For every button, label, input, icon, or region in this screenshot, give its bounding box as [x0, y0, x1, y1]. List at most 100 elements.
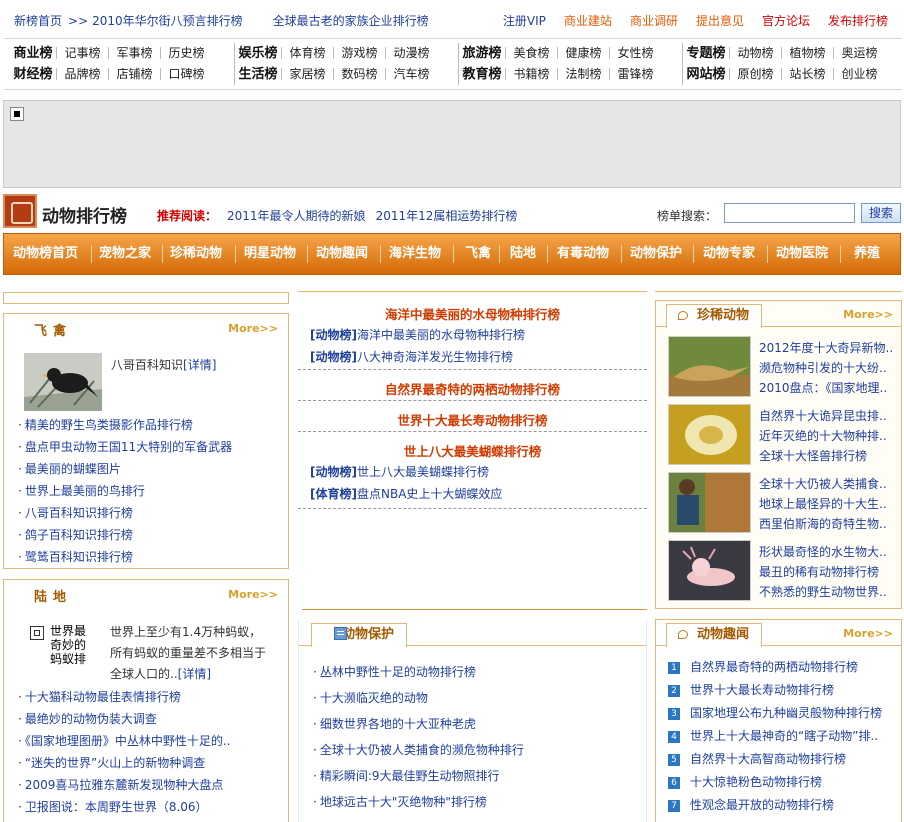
rare-link[interactable]: 濒危物种引发的十大纷..: [759, 359, 887, 376]
rare-link[interactable]: 不熟悉的野生动物世界..: [759, 583, 887, 600]
list-item[interactable]: 世界上最美丽的鸟排行: [18, 482, 145, 499]
entry-tag[interactable]: [体育榜]: [310, 487, 357, 501]
insect-photo-icon[interactable]: [668, 404, 751, 465]
category-head[interactable]: 网站榜: [683, 64, 729, 85]
list-item[interactable]: 卫报图说：本周野生世界（8.06）: [18, 798, 208, 815]
center-headline[interactable]: 自然界最奇特的两栖动物排行榜: [298, 379, 647, 398]
center-headline[interactable]: 世界十大最长寿动物排行榜: [298, 410, 647, 429]
ranked-link[interactable]: 国家地理公布九种幽灵般物种排行榜: [690, 706, 882, 720]
image-alt-text[interactable]: 世界最奇妙的蚂蚁排行: [50, 624, 96, 666]
detail-link[interactable]: [详情]: [178, 667, 211, 681]
category-item[interactable]: 家居榜: [281, 68, 333, 80]
category-item[interactable]: 女性榜: [609, 47, 661, 59]
category-head[interactable]: 财经榜: [10, 64, 56, 85]
category-item[interactable]: 动物榜: [729, 47, 781, 59]
more-link[interactable]: More>>: [843, 308, 893, 321]
list-item[interactable]: 盘点甲虫动物王国11大特别的军备武器: [18, 438, 232, 455]
category-item[interactable]: 数码榜: [333, 68, 385, 80]
ranked-item[interactable]: 3 国家地理公布九种幽灵般物种排行榜: [668, 704, 882, 721]
category-item[interactable]: 游戏榜: [333, 47, 385, 59]
list-item[interactable]: 鸽子百科知识排行榜: [18, 526, 133, 543]
list-item[interactable]: “迷失的世界”火山上的新物种调查: [18, 754, 205, 771]
rec-link[interactable]: 2011年最令人期待的新娘: [227, 209, 366, 223]
detail-link[interactable]: [详情]: [183, 358, 216, 372]
list-item[interactable]: 《国家地理图册》中丛林中野性十足的..: [18, 732, 231, 749]
home-link[interactable]: 新榜首页: [14, 14, 62, 28]
category-head[interactable]: 商业榜: [10, 43, 56, 64]
entry-tag[interactable]: [动物榜]: [310, 465, 357, 479]
feedback-link[interactable]: 提出意见: [696, 14, 744, 28]
rare-link[interactable]: 形状最奇怪的水生物大..: [759, 543, 887, 560]
rare-link[interactable]: 2012年度十大奇异新物..: [759, 339, 893, 356]
lizard-photo-icon[interactable]: [668, 336, 751, 397]
nav-item[interactable]: 有毒动物: [557, 234, 609, 274]
category-item[interactable]: 美食榜: [505, 47, 557, 59]
ranked-link[interactable]: 世界上十大最神奇的“瞎子动物”排..: [690, 729, 878, 743]
list-item[interactable]: 最绝妙的动物伪装大调查: [18, 710, 157, 727]
rare-link[interactable]: 全球十大仍被人类捕食..: [759, 475, 887, 492]
ranked-link[interactable]: 性观念最开放的动物排行榜: [690, 798, 834, 812]
category-item[interactable]: 动漫榜: [385, 47, 437, 59]
list-item[interactable]: 鹭鸶百科知识排行榜: [18, 548, 133, 565]
entry-link[interactable]: 海洋中最美丽的水母物种排行榜: [357, 328, 525, 342]
category-item[interactable]: 军事榜: [108, 47, 160, 59]
category-item[interactable]: 雷锋榜: [609, 68, 661, 80]
category-item[interactable]: 书籍榜: [505, 68, 557, 80]
rare-link[interactable]: 自然界十大诡异昆虫排..: [759, 407, 887, 424]
list-item[interactable]: 十大濒临灭绝的动物: [313, 689, 428, 706]
more-link[interactable]: More>>: [228, 588, 278, 601]
ranked-link[interactable]: 自然界十大高智商动物排行榜: [690, 752, 846, 766]
land-box-title[interactable]: 陆地: [34, 586, 72, 605]
ranked-item[interactable]: 5 自然界十大高智商动物排行榜: [668, 750, 846, 767]
search-button[interactable]: 搜索: [861, 203, 901, 223]
list-item[interactable]: 十大猫科动物最佳表情排行榜: [18, 688, 181, 705]
rare-link[interactable]: 最丑的稀有动物排行榜: [759, 563, 879, 580]
register-vip-link[interactable]: 注册VIP: [503, 14, 546, 28]
ranked-link[interactable]: 世界十大最长寿动物排行榜: [690, 683, 834, 697]
category-item[interactable]: 记事榜: [56, 47, 108, 59]
entry-tag[interactable]: [动物榜]: [310, 328, 357, 342]
ranked-item[interactable]: 2 世界十大最长寿动物排行榜: [668, 681, 834, 698]
rec-link[interactable]: 2011年12属相运势排行榜: [376, 209, 518, 223]
list-item[interactable]: 细数世界各地的十大亚种老虎: [313, 715, 476, 732]
entry-tag[interactable]: [动物榜]: [310, 350, 357, 364]
nav-item[interactable]: 明星动物: [244, 234, 296, 274]
nav-item[interactable]: 宠物之家: [99, 234, 151, 274]
nav-item[interactable]: 飞禽: [465, 234, 491, 274]
business-site-link[interactable]: 商业建站: [564, 14, 612, 28]
category-item[interactable]: 汽车榜: [385, 68, 437, 80]
site-logo-icon[interactable]: [3, 194, 37, 228]
tab-protection[interactable]: 动物保护: [311, 623, 408, 647]
list-item[interactable]: 最美丽的蝴蝶图片: [18, 460, 121, 477]
ranked-item[interactable]: 6 十大惊艳粉色动物排行榜: [668, 773, 822, 790]
more-link[interactable]: More>>: [843, 627, 893, 640]
nav-item[interactable]: 陆地: [510, 234, 536, 274]
rare-link[interactable]: 西里伯斯海的奇特生物..: [759, 515, 887, 532]
site-title[interactable]: 动物排行榜: [42, 202, 127, 227]
nav-item[interactable]: 动物趣闻: [316, 234, 368, 274]
axolotl-photo-icon[interactable]: [668, 540, 751, 601]
myna-photo-icon[interactable]: [24, 353, 102, 411]
top-link-wallstreet[interactable]: 2010年华尔街八预言排行榜: [92, 14, 243, 28]
ranked-item[interactable]: 7 性观念最开放的动物排行榜: [668, 796, 834, 813]
list-item[interactable]: 全球十大仍被人类捕食的濒危物种排行: [313, 741, 524, 758]
nav-item[interactable]: 动物榜首页: [13, 234, 78, 274]
list-item[interactable]: 丛林中野性十足的动物排行榜: [313, 663, 476, 680]
category-item[interactable]: 创业榜: [833, 68, 885, 80]
search-input[interactable]: [724, 203, 855, 223]
nav-item[interactable]: 动物保护: [630, 234, 682, 274]
list-item[interactable]: 八哥百科知识排行榜: [18, 504, 133, 521]
business-research-link[interactable]: 商业调研: [630, 14, 678, 28]
ranked-link[interactable]: 十大惊艳粉色动物排行榜: [690, 775, 822, 789]
rare-link[interactable]: 2010盘点：《国家地理..: [759, 379, 887, 396]
category-item[interactable]: 原创榜: [729, 68, 781, 80]
entry-link[interactable]: 世上八大最美蝴蝶排行榜: [357, 465, 489, 479]
list-item[interactable]: 精彩瞬间:9大最佳野生动物照排行: [313, 767, 500, 784]
category-head[interactable]: 教育榜: [459, 64, 505, 85]
category-item[interactable]: 体育榜: [281, 47, 333, 59]
featured-title[interactable]: 八哥百科知识: [111, 358, 183, 372]
center-headline[interactable]: 世上八大最美蝴蝶排行榜: [298, 441, 647, 460]
category-head[interactable]: 娱乐榜: [235, 43, 281, 64]
rare-link[interactable]: 近年灭绝的十大物种排..: [759, 427, 887, 444]
category-item[interactable]: 奥运榜: [833, 47, 885, 59]
